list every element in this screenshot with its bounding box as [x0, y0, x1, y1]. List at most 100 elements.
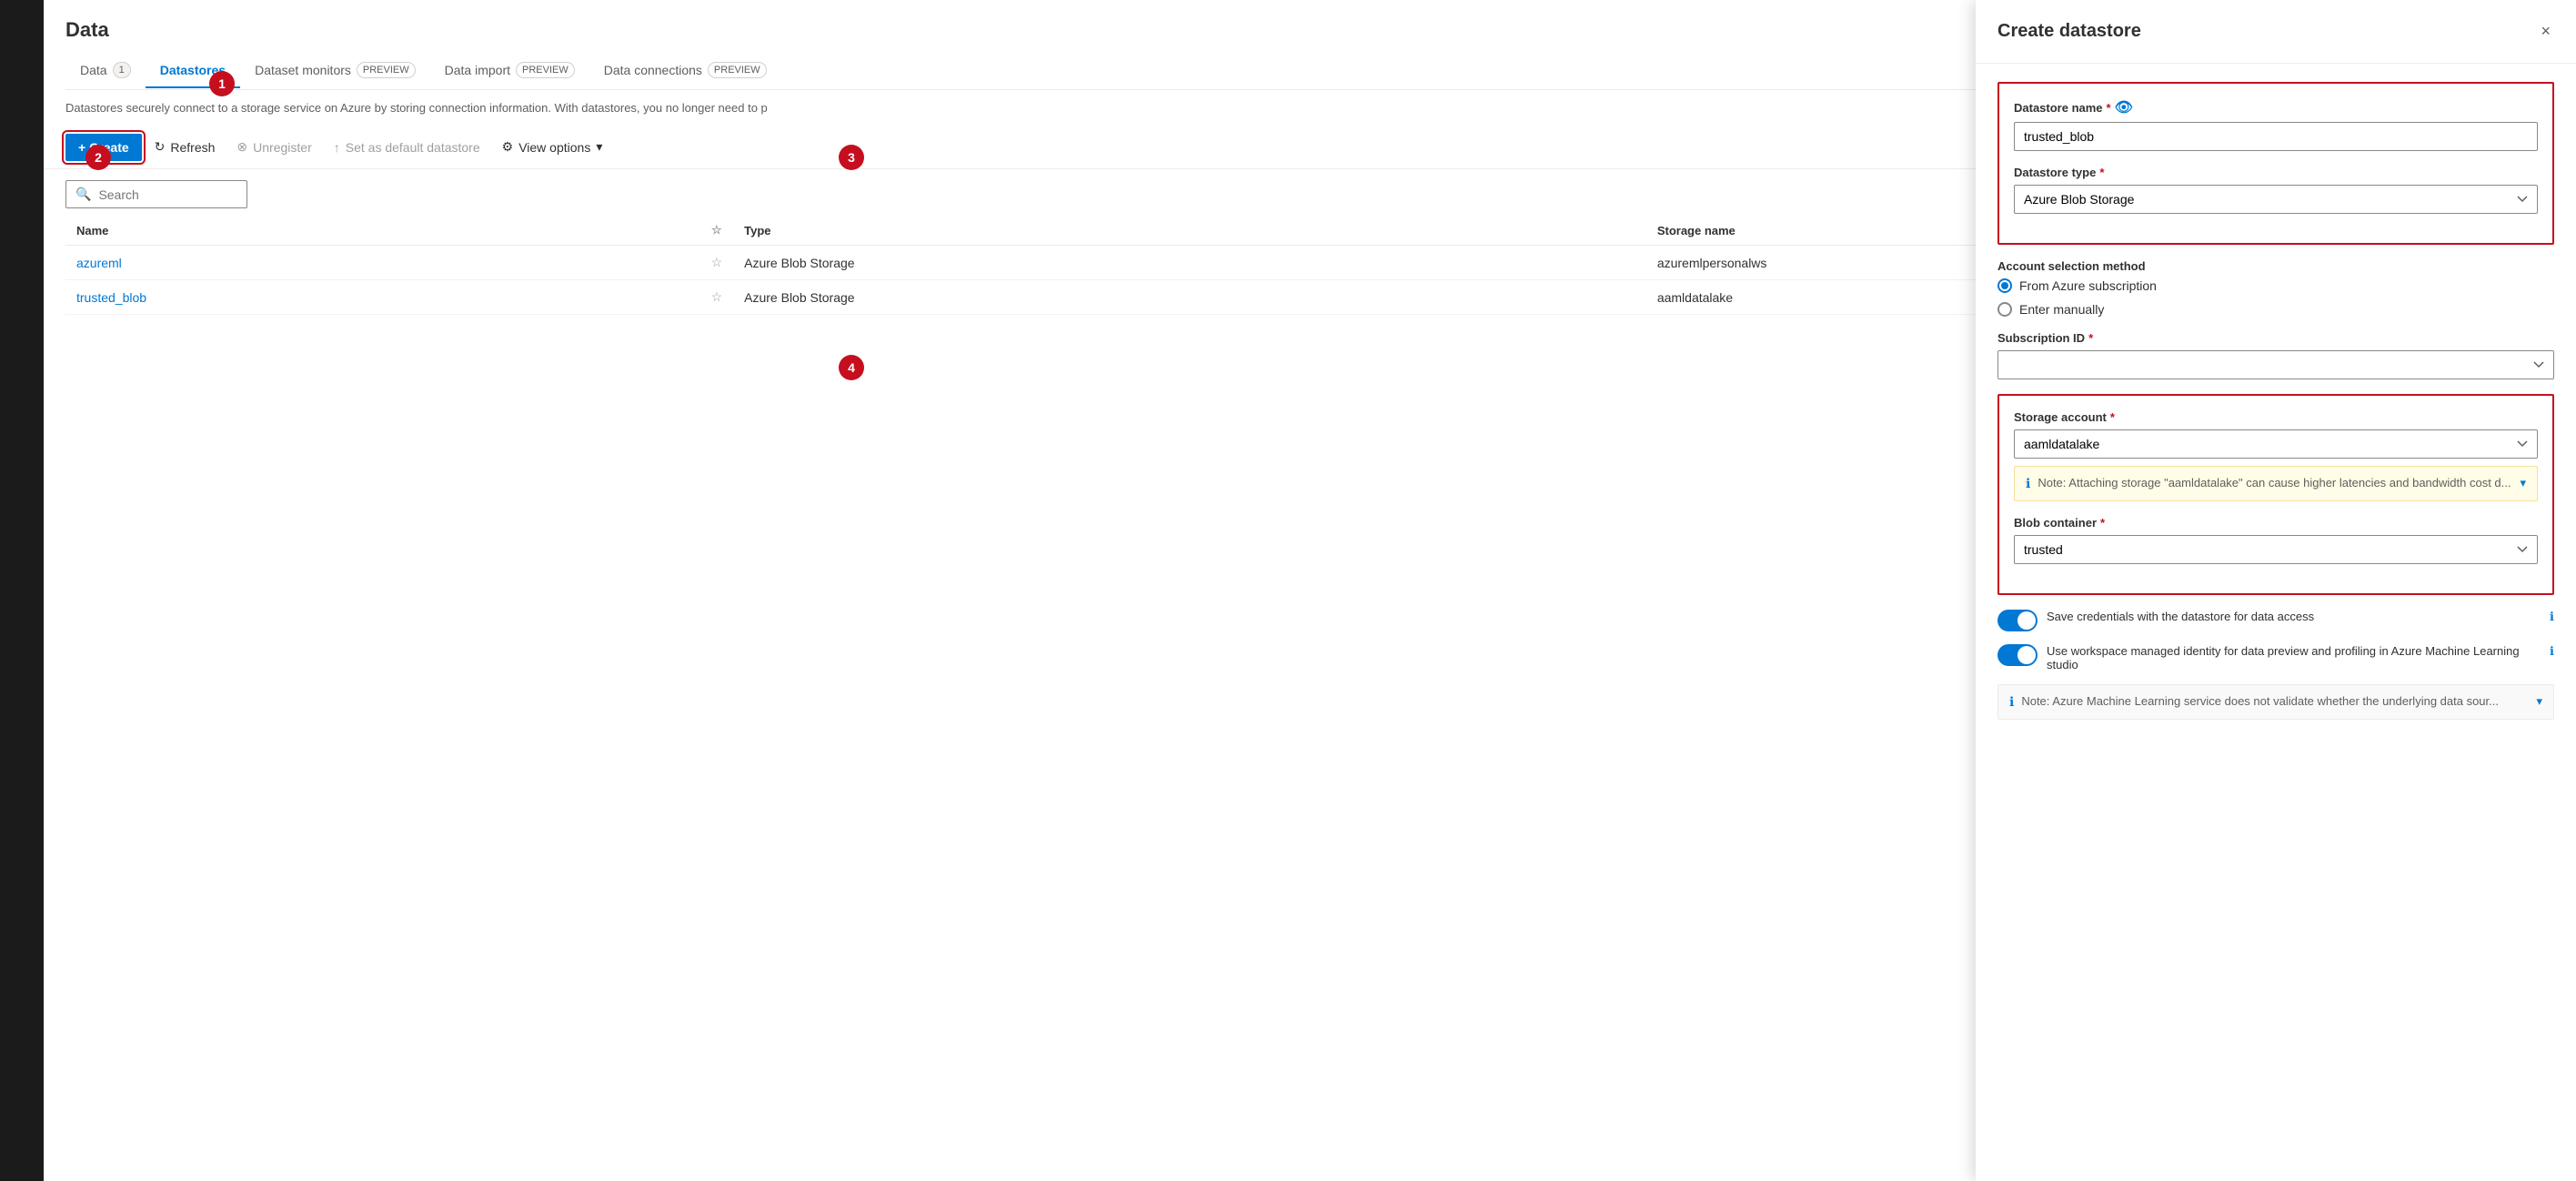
star-trusted-blob[interactable]: ☆	[700, 280, 734, 315]
search-input-wrapper[interactable]: 🔍	[65, 180, 247, 208]
tab-dataset-monitors-badge: PREVIEW	[357, 62, 416, 78]
required-star-bc: *	[2100, 516, 2105, 530]
note-expand-icon[interactable]: ▾	[2520, 476, 2526, 490]
step-1-badge: 1	[209, 71, 235, 96]
step-3-badge: 3	[839, 145, 864, 170]
star-azureml[interactable]: ☆	[700, 246, 734, 280]
radio-group: From Azure subscription Enter manually	[1997, 278, 2554, 317]
unregister-button[interactable]: ⊗ Unregister	[227, 133, 320, 161]
save-credentials-label: Save credentials with the datastore for …	[2047, 610, 2541, 623]
workspace-identity-group: Use workspace managed identity for data …	[1997, 644, 2554, 671]
subscription-id-label: Subscription ID *	[1997, 331, 2554, 345]
view-options-icon: ⚙	[502, 139, 514, 155]
row-name-trusted-blob: trusted_blob	[65, 280, 700, 315]
enter-manually-radio[interactable]	[1997, 302, 2012, 317]
refresh-label: Refresh	[170, 140, 215, 155]
datastore-type-select[interactable]: Azure Blob Storage	[2014, 185, 2538, 214]
tab-data-import[interactable]: Data import PREVIEW	[430, 53, 589, 89]
close-panel-button[interactable]: ×	[2537, 18, 2554, 45]
tab-data-import-badge: PREVIEW	[516, 62, 575, 78]
info-icon: ℹ	[2026, 476, 2030, 491]
blob-container-select[interactable]: trusted	[2014, 535, 2538, 564]
bottom-note-icon: ℹ	[2009, 694, 2014, 710]
required-star-sa: *	[2110, 410, 2115, 424]
refresh-icon: ↻	[155, 139, 166, 155]
step-2-badge: 2	[86, 145, 111, 170]
row-name-azureml: azureml	[65, 246, 700, 280]
tab-dataset-monitors[interactable]: Dataset monitors PREVIEW	[240, 53, 430, 89]
trusted-blob-link[interactable]: trusted_blob	[76, 290, 146, 305]
view-options-label: View options	[518, 140, 590, 155]
account-selection-group: Account selection method From Azure subs…	[1997, 259, 2554, 317]
enter-manually-label: Enter manually	[2019, 302, 2104, 317]
blob-container-group: Blob container * trusted	[2014, 516, 2538, 564]
from-azure-option[interactable]: From Azure subscription	[1997, 278, 2554, 293]
azureml-link[interactable]: azureml	[76, 256, 122, 270]
save-credentials-info-icon[interactable]: ℹ	[2550, 610, 2554, 624]
tab-data[interactable]: Data 1	[65, 53, 146, 89]
col-name: Name	[65, 216, 700, 246]
toggle-knob	[2018, 611, 2036, 630]
datastore-name-input[interactable]	[2014, 122, 2538, 151]
tab-data-label: Data	[80, 63, 107, 77]
blob-container-label: Blob container *	[2014, 516, 2538, 530]
bottom-note-text: Note: Azure Machine Learning service doe…	[2021, 694, 2499, 708]
datastore-name-type-section: Datastore name * 👁 Datastore type * Azur…	[1997, 82, 2554, 245]
panel-body: Datastore name * 👁 Datastore type * Azur…	[1976, 64, 2576, 1181]
required-star: *	[2107, 101, 2111, 115]
tab-data-connections-label: Data connections	[604, 63, 702, 77]
unregister-label: Unregister	[253, 140, 312, 155]
save-credentials-group: Save credentials with the datastore for …	[1997, 610, 2554, 631]
bottom-note-expand[interactable]: ▾	[2536, 694, 2542, 709]
save-credentials-toggle[interactable]	[1997, 610, 2038, 631]
workspace-toggle-knob	[2018, 646, 2036, 664]
main-content: 1 2 3 4 Data Data 1 Datastores Dataset m…	[44, 0, 2576, 1181]
subscription-id-group: Subscription ID *	[1997, 331, 2554, 379]
panel-header: Create datastore ×	[1976, 0, 2576, 64]
required-star-sub: *	[2088, 331, 2093, 345]
bottom-note-box: ℹ Note: Azure Machine Learning service d…	[1997, 684, 2554, 720]
view-options-button[interactable]: ⚙ View options ▾	[493, 133, 612, 161]
workspace-identity-info-icon[interactable]: ℹ	[2550, 644, 2554, 659]
datastore-name-group: Datastore name * 👁	[2014, 98, 2538, 151]
search-field[interactable]	[98, 187, 237, 202]
from-azure-radio[interactable]	[1997, 278, 2012, 293]
col-star: ☆	[700, 216, 734, 246]
tab-data-badge: 1	[113, 62, 131, 78]
col-type: Type	[733, 216, 1646, 246]
storage-account-label: Storage account *	[2014, 410, 2538, 424]
workspace-identity-toggle[interactable]	[1997, 644, 2038, 666]
storage-account-section: Storage account * aamldatalake ℹ Note: A…	[1997, 394, 2554, 595]
enter-manually-option[interactable]: Enter manually	[1997, 302, 2554, 317]
storage-account-select[interactable]: aamldatalake	[2014, 429, 2538, 459]
from-azure-label: From Azure subscription	[2019, 278, 2157, 293]
storage-note-box: ℹ Note: Attaching storage "aamldatalake"…	[2014, 466, 2538, 501]
workspace-identity-label: Use workspace managed identity for data …	[2047, 644, 2541, 671]
note-text: Note: Attaching storage "aamldatalake" c…	[2038, 476, 2511, 490]
set-default-button[interactable]: ↑ Set as default datastore	[325, 134, 489, 161]
tab-data-connections-badge: PREVIEW	[708, 62, 767, 78]
datastore-type-label: Datastore type *	[2014, 166, 2538, 179]
sidebar	[0, 0, 44, 1181]
datastore-name-label: Datastore name * 👁	[2014, 98, 2538, 116]
type-trusted-blob: Azure Blob Storage	[733, 280, 1646, 315]
type-azureml: Azure Blob Storage	[733, 246, 1646, 280]
required-star-type: *	[2099, 166, 2104, 179]
search-icon: 🔍	[75, 187, 91, 202]
step-4-badge: 4	[839, 355, 864, 380]
refresh-button[interactable]: ↻ Refresh	[146, 133, 225, 161]
storage-account-group: Storage account * aamldatalake ℹ Note: A…	[2014, 410, 2538, 501]
eye-icon[interactable]: 👁	[2115, 98, 2133, 116]
panel-title: Create datastore	[1997, 21, 2141, 42]
unregister-icon: ⊗	[236, 139, 247, 155]
account-selection-label: Account selection method	[1997, 259, 2554, 273]
set-default-label: Set as default datastore	[346, 140, 480, 155]
set-default-icon: ↑	[334, 140, 340, 155]
tab-dataset-monitors-label: Dataset monitors	[255, 63, 351, 77]
tab-data-import-label: Data import	[445, 63, 510, 77]
chevron-down-icon: ▾	[596, 139, 602, 155]
tab-data-connections[interactable]: Data connections PREVIEW	[589, 53, 781, 89]
subscription-id-select[interactable]	[1997, 350, 2554, 379]
create-datastore-panel: Create datastore × Datastore name * 👁 Da…	[1976, 0, 2576, 1181]
datastore-type-group: Datastore type * Azure Blob Storage	[2014, 166, 2538, 214]
